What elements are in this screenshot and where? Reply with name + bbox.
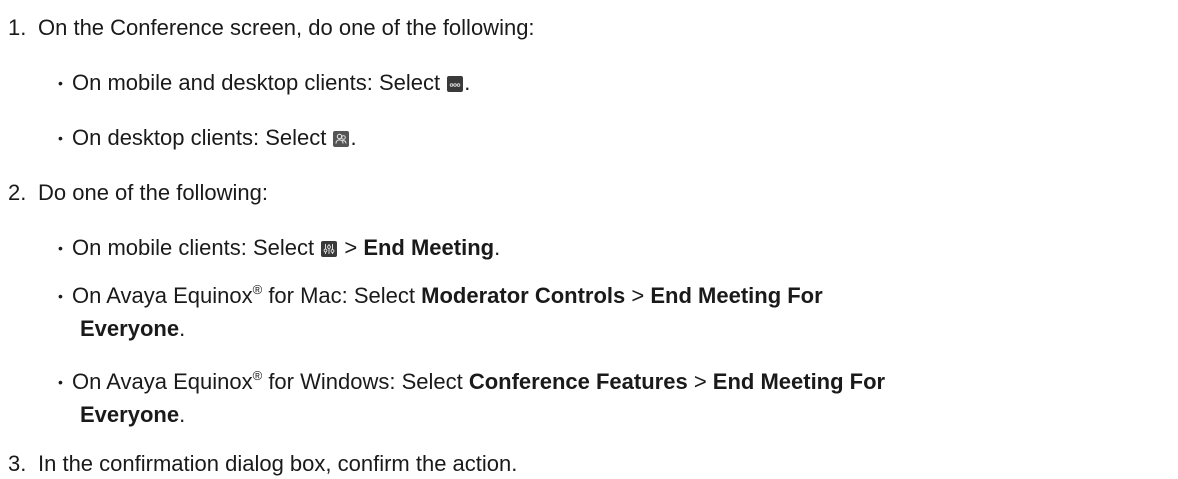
step-1-bullet-1: • On mobile and desktop clients: Select … bbox=[58, 70, 471, 95]
step-2: 2. Do one of the following: bbox=[8, 180, 268, 206]
more-options-icon bbox=[447, 76, 464, 92]
bullet-text: On desktop clients: Select bbox=[72, 125, 333, 150]
step-2-bullet-3-cont: Everyone. bbox=[80, 402, 186, 427]
bullet-icon: • bbox=[58, 75, 63, 91]
step-2-bullet-2: • On Avaya Equinox® for Mac: Select Mode… bbox=[58, 282, 823, 308]
bullet-text: On mobile and desktop clients: Select bbox=[72, 70, 447, 95]
step-1-bullet-2: • On desktop clients: Select . bbox=[58, 125, 357, 150]
step-text: On the Conference screen, do one of the … bbox=[38, 15, 535, 40]
step-1: 1. On the Conference screen, do one of th… bbox=[8, 15, 535, 41]
step-text: Do one of the following: bbox=[38, 180, 268, 205]
step-2-bullet-2-cont: Everyone. bbox=[80, 316, 186, 341]
bullet-icon: • bbox=[58, 374, 63, 390]
step-3: 3. In the confirmation dialog box, confir… bbox=[8, 451, 517, 477]
moderator-controls-icon bbox=[321, 241, 338, 257]
participants-icon bbox=[333, 131, 350, 147]
step-2-bullet-1: • On mobile clients: Select > End Meetin… bbox=[58, 235, 501, 260]
bullet-icon: • bbox=[58, 288, 63, 304]
bullet-icon: • bbox=[58, 240, 63, 256]
step-number: 3. bbox=[8, 451, 27, 476]
step-number: 2. bbox=[8, 180, 27, 205]
step-text: In the confirmation dialog box, confirm … bbox=[38, 451, 518, 476]
step-number: 1. bbox=[8, 15, 27, 40]
bullet-icon: • bbox=[58, 130, 63, 146]
step-2-bullet-3: • On Avaya Equinox® for Windows: Select … bbox=[58, 368, 886, 394]
